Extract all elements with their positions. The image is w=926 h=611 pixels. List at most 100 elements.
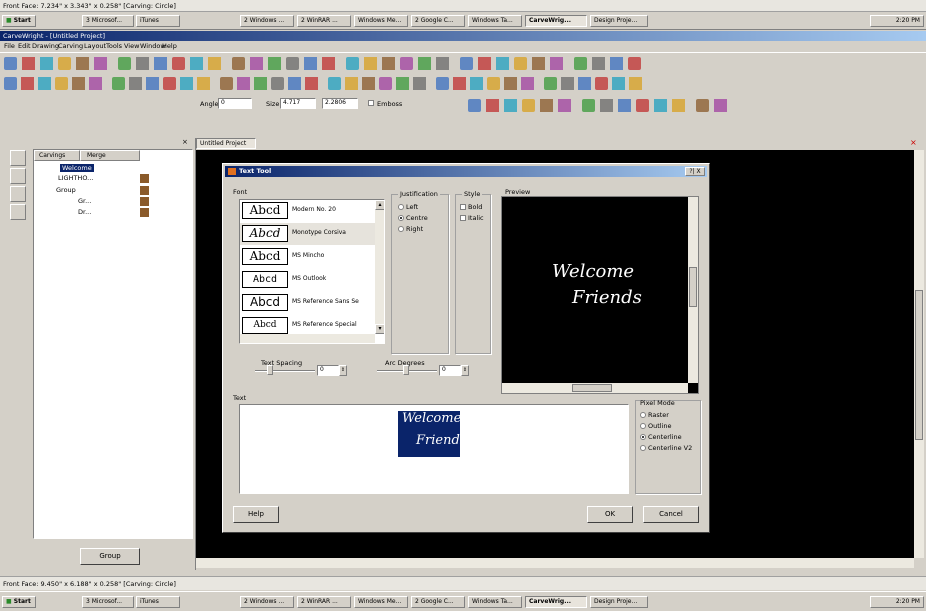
- text-spacing-thumb[interactable]: [267, 365, 273, 375]
- angle-input[interactable]: 0: [218, 98, 252, 109]
- toolbar-tool-icon[interactable]: [364, 57, 377, 70]
- toolbar-tool-icon[interactable]: [136, 57, 149, 70]
- panel-tool-4-icon[interactable]: [10, 204, 26, 220]
- arc-degrees-thumb[interactable]: [403, 365, 409, 375]
- toolbar-tool-icon[interactable]: [636, 99, 649, 112]
- preview-vscroll[interactable]: [688, 197, 698, 383]
- toolbar-tool-icon[interactable]: [172, 57, 185, 70]
- panel-close-icon[interactable]: ×: [182, 138, 192, 148]
- toolbar-tool-icon[interactable]: [514, 57, 527, 70]
- toolbar-tool-icon[interactable]: [40, 57, 53, 70]
- toolbar-tool-icon[interactable]: [250, 57, 263, 70]
- toolbar-tool-icon[interactable]: [322, 57, 335, 70]
- taskbar-bottom-item-winrar[interactable]: 2 WinRAR ...: [297, 596, 351, 608]
- toolbar-tool-icon[interactable]: [578, 77, 591, 90]
- toolbar-tool-icon[interactable]: [94, 57, 107, 70]
- taskbar-item-windows-task[interactable]: Windows Ta...: [468, 15, 522, 27]
- taskbar-item-windows-media[interactable]: Windows Me...: [354, 15, 408, 27]
- toolbar-tool-icon[interactable]: [163, 77, 176, 90]
- toolbar-tool-icon[interactable]: [468, 99, 481, 112]
- pixel-mode-centerline-v2-radio[interactable]: Centerline V2: [640, 444, 692, 452]
- taskbar-bottom-item-carvewright[interactable]: CarveWrig...: [525, 596, 587, 608]
- toolbar-tool-icon[interactable]: [418, 57, 431, 70]
- text-spacing-input[interactable]: 0: [317, 365, 339, 376]
- taskbar-item-windows[interactable]: 2 Windows ...: [240, 15, 294, 27]
- taskbar-item-design-project[interactable]: Design Proje...: [590, 15, 648, 27]
- cancel-button[interactable]: Cancel: [643, 506, 699, 523]
- toolbar-tool-icon[interactable]: [345, 77, 358, 90]
- toolbar-tool-icon[interactable]: [254, 77, 267, 90]
- toolbar-tool-icon[interactable]: [612, 77, 625, 90]
- toolbar-tool-icon[interactable]: [180, 77, 193, 90]
- font-item-ms-mincho[interactable]: Abcd MS Mincho: [240, 246, 380, 268]
- size2-input[interactable]: 2.2806: [322, 98, 358, 109]
- panel-tool-3-icon[interactable]: [10, 186, 26, 202]
- pixel-mode-outline-radio[interactable]: Outline: [640, 422, 672, 430]
- scroll-up-icon[interactable]: ▴: [375, 200, 384, 210]
- toolbar-tool-icon[interactable]: [22, 57, 35, 70]
- taskbar-item-carvewright[interactable]: CarveWrig...: [525, 15, 587, 27]
- toolbar-tool-icon[interactable]: [400, 57, 413, 70]
- toolbar-tool-icon[interactable]: [592, 57, 605, 70]
- toolbar-tool-icon[interactable]: [629, 77, 642, 90]
- doc-close-icon[interactable]: ×: [910, 138, 920, 147]
- toolbar-tool-icon[interactable]: [618, 99, 631, 112]
- toolbar-tool-icon[interactable]: [89, 77, 102, 90]
- tree-item-lighthouse[interactable]: LIGHTHO...: [58, 174, 93, 182]
- toolbar-tool-icon[interactable]: [268, 57, 281, 70]
- toolbar-tool-icon[interactable]: [118, 57, 131, 70]
- taskbar-bottom-item-windows-task[interactable]: Windows Ta...: [468, 596, 522, 608]
- toolbar-tool-icon[interactable]: [379, 77, 392, 90]
- start-button[interactable]: ■ Start: [2, 15, 36, 27]
- toolbar-tool-icon[interactable]: [436, 57, 449, 70]
- emboss-checkbox[interactable]: [368, 100, 374, 106]
- toolbar-tool-icon[interactable]: [72, 77, 85, 90]
- group-button[interactable]: Group: [80, 548, 140, 565]
- menu-layout[interactable]: Layout: [84, 42, 106, 50]
- toolbar-tool-icon[interactable]: [328, 77, 341, 90]
- menu-edit[interactable]: Edit: [18, 42, 31, 50]
- taskbar-item-microsoft[interactable]: 3 Microsof...: [82, 15, 134, 27]
- menu-view[interactable]: View: [124, 42, 139, 50]
- taskbar-bottom-item-microsoft[interactable]: 3 Microsof...: [82, 596, 134, 608]
- toolbar-tool-icon[interactable]: [496, 57, 509, 70]
- taskbar-bottom-item-windows-media[interactable]: Windows Me...: [354, 596, 408, 608]
- merge-icon-2[interactable]: [140, 186, 149, 195]
- toolbar-tool-icon[interactable]: [362, 77, 375, 90]
- size-input[interactable]: 4.717: [280, 98, 316, 109]
- toolbar-tool-icon[interactable]: [486, 99, 499, 112]
- toolbar-tool-icon[interactable]: [208, 57, 221, 70]
- toolbar-tool-icon[interactable]: [436, 77, 449, 90]
- toolbar-tool-icon[interactable]: [286, 57, 299, 70]
- tab-untitled-project[interactable]: Untitled Project: [196, 138, 256, 149]
- arc-degrees-input[interactable]: 0: [439, 365, 461, 376]
- font-item-ms-outlook[interactable]: Abcd MS Outlook: [240, 269, 380, 291]
- canvas-vscroll[interactable]: [914, 150, 924, 558]
- text-spacing-spin-icon[interactable]: ⇕: [339, 365, 347, 376]
- tree-item-dr[interactable]: Dr...: [78, 208, 91, 216]
- toolbar-tool-icon[interactable]: [696, 99, 709, 112]
- tree-header-merge[interactable]: Merge: [80, 150, 140, 161]
- taskbar-item-itunes[interactable]: iTunes: [136, 15, 180, 27]
- toolbar-tool-icon[interactable]: [521, 77, 534, 90]
- toolbar-tool-icon[interactable]: [232, 57, 245, 70]
- toolbar-tool-icon[interactable]: [304, 57, 317, 70]
- toolbar-tool-icon[interactable]: [522, 99, 535, 112]
- toolbar-tool-icon[interactable]: [382, 57, 395, 70]
- font-list-hscroll[interactable]: [240, 334, 375, 343]
- toolbar-tool-icon[interactable]: [197, 77, 210, 90]
- toolbar-tool-icon[interactable]: [595, 77, 608, 90]
- preview-hscroll[interactable]: [502, 383, 688, 393]
- font-item-monotype-corsiva[interactable]: Abcd Monotype Corsiva: [240, 223, 380, 245]
- tree-item-welcome[interactable]: Welcome: [60, 164, 94, 172]
- panel-tool-2-icon[interactable]: [10, 168, 26, 184]
- preview-hscroll-thumb[interactable]: [572, 384, 612, 392]
- font-item-modern[interactable]: Abcd Modern No. 20: [240, 200, 380, 222]
- justify-centre-radio[interactable]: Centre: [398, 214, 428, 222]
- merge-icon-1[interactable]: [140, 174, 149, 183]
- toolbar-tool-icon[interactable]: [504, 99, 517, 112]
- toolbar-tool-icon[interactable]: [305, 77, 318, 90]
- toolbar-tool-icon[interactable]: [504, 77, 517, 90]
- toolbar-tool-icon[interactable]: [654, 99, 667, 112]
- toolbar-tool-icon[interactable]: [470, 77, 483, 90]
